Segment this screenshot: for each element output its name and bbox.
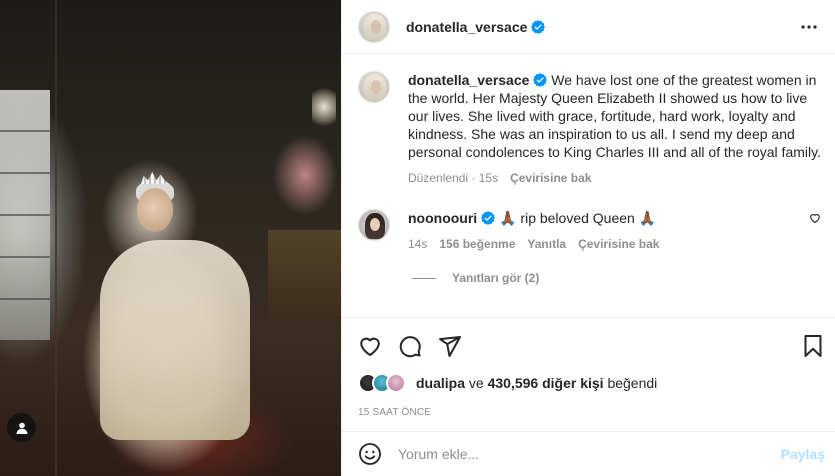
view-replies-button[interactable]: Yanıtları gör (2) [412,271,821,285]
comment-age: 14s [408,237,428,251]
liked-by-summary: dualipa ve 430,596 diğer kişi beğendi [358,373,825,393]
emoji-button[interactable] [358,442,382,466]
caption-meta: Düzenlendi · 15s Çevirisine bak [408,171,821,185]
user-icon [16,422,27,434]
like-button[interactable] [358,334,382,358]
photo-figure-gown [100,240,250,440]
verified-badge-icon [481,211,496,225]
verified-badge-icon [533,73,548,87]
comment-like-button[interactable] [809,212,821,224]
comments-section[interactable]: donatella_versace We have lost one of th… [342,55,835,317]
comment-input[interactable] [398,446,781,462]
heart-outline-icon [810,214,820,224]
replies-divider [412,277,436,279]
caption-username[interactable]: donatella_versace [408,72,529,88]
caption-translate-link[interactable]: Çevirisine bak [510,171,591,185]
verified-badge-icon [531,19,546,34]
other-likers-link[interactable]: 430,596 diğer kişi [488,375,604,391]
bookmark-icon [804,335,822,357]
emoji-smiley-icon [359,443,381,465]
more-horizontal-icon [801,24,817,29]
comment-reply-link[interactable]: Yanıtla [527,237,566,251]
save-button[interactable] [801,334,825,358]
caption-author-avatar[interactable] [358,71,390,103]
post-side-panel: donatella_versace donatella_versace We h… [341,0,835,476]
post-modal: donatella_versace donatella_versace We h… [0,0,835,476]
liked-by-connector: ve [468,375,484,391]
comment-text-block: noonoouri 🙏🏾 rip beloved Queen 🙏🏾 [408,209,821,227]
photo-tiara [141,172,169,184]
post-photo[interactable] [0,0,341,476]
tagged-user-button[interactable] [7,413,36,442]
liker-username[interactable]: dualipa [416,375,465,391]
heart-icon [360,337,380,356]
caption-edited-label: Düzenlendi · 15s [408,171,499,185]
author-username[interactable]: donatella_versace [406,19,527,35]
action-bar [358,326,825,366]
photo-chandelier [312,82,336,132]
liked-by-suffix: beğendi [607,375,658,391]
comment-text: 🙏🏾 rip beloved Queen 🙏🏾 [499,210,657,226]
caption-row: donatella_versace We have lost one of th… [358,71,821,185]
view-replies-label: Yanıtları gör (2) [452,271,540,285]
post-actions: dualipa ve 430,596 diğer kişi beğendi 15… [342,317,835,418]
comment-button[interactable] [398,334,422,358]
paper-plane-icon [439,336,461,357]
comment-likes-link[interactable]: 156 beğenme [439,237,515,251]
photo-window-bars [0,90,50,340]
share-button[interactable] [438,334,462,358]
photo-figure-head [137,188,173,232]
comment-row: noonoouri 🙏🏾 rip beloved Queen 🙏🏾 14s 15… [358,209,821,251]
photo-cabinet [268,230,341,320]
photo-door-frame [55,0,57,476]
liker-avatars[interactable] [358,373,406,393]
post-header: donatella_versace [342,0,835,54]
comment-bubble-icon [399,336,421,358]
post-comment-button[interactable]: Paylaş [781,446,825,462]
commenter-username[interactable]: noonoouri [408,210,477,226]
post-timestamp[interactable]: 15 SAAT ÖNCE [358,407,825,418]
comment-meta: 14s 156 beğenme Yanıtla Çevirisine bak [408,237,821,251]
add-comment-bar: Paylaş [342,431,835,476]
more-options-button[interactable] [797,15,821,39]
comment-translate-link[interactable]: Çevirisine bak [578,237,659,251]
author-avatar[interactable] [358,10,390,43]
commenter-avatar[interactable] [358,209,390,241]
caption-text-block: donatella_versace We have lost one of th… [408,71,821,161]
liker-avatar [386,373,406,393]
